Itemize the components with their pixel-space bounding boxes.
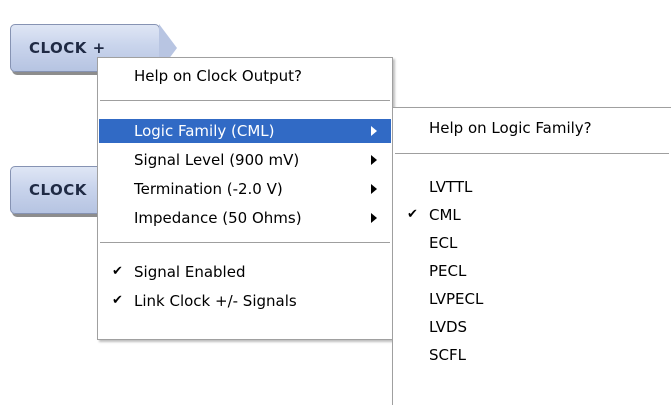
menu-item-label: Help on Logic Family? bbox=[429, 119, 592, 137]
menu-item-label: Termination (-2.0 V) bbox=[134, 180, 283, 198]
menu-item-link-clock-signals[interactable]: ✔ Link Clock +/- Signals bbox=[99, 289, 391, 313]
menu-item-label: SCFL bbox=[429, 346, 466, 364]
menu-item-help-logic-family[interactable]: Help on Logic Family? bbox=[394, 116, 670, 140]
menu-item-impedance[interactable]: Impedance (50 Ohms) bbox=[99, 206, 391, 230]
submenu-arrow-icon bbox=[371, 184, 377, 194]
logic-family-submenu: Help on Logic Family? LVTTL ✔ CML ECL PE… bbox=[392, 107, 671, 405]
submenu-arrow-icon bbox=[371, 126, 377, 136]
menu-item-label: PECL bbox=[429, 262, 467, 280]
clock-plus-label: CLOCK + bbox=[29, 39, 106, 57]
check-icon: ✔ bbox=[112, 264, 123, 279]
menu-separator bbox=[100, 100, 390, 102]
menu-item-label: Signal Enabled bbox=[134, 263, 246, 281]
logic-option-cml[interactable]: ✔ CML bbox=[394, 203, 670, 227]
menu-item-label: Help on Clock Output? bbox=[134, 67, 303, 85]
logic-option-lvttl[interactable]: LVTTL bbox=[394, 175, 670, 199]
menu-item-termination[interactable]: Termination (-2.0 V) bbox=[99, 177, 391, 201]
menu-item-label: LVTTL bbox=[429, 178, 473, 196]
menu-item-label: Impedance (50 Ohms) bbox=[134, 209, 302, 227]
logic-option-lvds[interactable]: LVDS bbox=[394, 315, 670, 339]
menu-item-label: LVDS bbox=[429, 318, 468, 336]
clock-output-context-menu: Help on Clock Output? Logic Family (CML)… bbox=[97, 57, 393, 340]
submenu-arrow-icon bbox=[371, 155, 377, 165]
submenu-arrow-icon bbox=[371, 213, 377, 223]
logic-option-scfl[interactable]: SCFL bbox=[394, 343, 670, 367]
check-icon: ✔ bbox=[407, 207, 418, 222]
menu-item-label: LVPECL bbox=[429, 290, 484, 308]
menu-separator bbox=[100, 242, 390, 244]
logic-option-ecl[interactable]: ECL bbox=[394, 231, 670, 255]
menu-item-help-clock-output[interactable]: Help on Clock Output? bbox=[99, 64, 391, 88]
menu-item-label: Link Clock +/- Signals bbox=[134, 292, 297, 310]
logic-option-pecl[interactable]: PECL bbox=[394, 259, 670, 283]
menu-item-label: ECL bbox=[429, 234, 458, 252]
check-icon: ✔ bbox=[112, 293, 123, 308]
menu-item-signal-enabled[interactable]: ✔ Signal Enabled bbox=[99, 260, 391, 284]
menu-item-label: CML bbox=[429, 206, 461, 224]
menu-separator bbox=[395, 153, 669, 155]
clock-minus-button[interactable]: CLOCK bbox=[10, 166, 110, 214]
menu-item-label: Logic Family (CML) bbox=[134, 122, 275, 140]
clock-minus-label: CLOCK bbox=[29, 181, 87, 199]
screen: CLOCK + CLOCK Help on Clock Output? Logi… bbox=[0, 0, 671, 405]
menu-item-logic-family[interactable]: Logic Family (CML) bbox=[99, 119, 391, 143]
menu-item-signal-level[interactable]: Signal Level (900 mV) bbox=[99, 148, 391, 172]
logic-option-lvpecl[interactable]: LVPECL bbox=[394, 287, 670, 311]
menu-item-label: Signal Level (900 mV) bbox=[134, 151, 300, 169]
